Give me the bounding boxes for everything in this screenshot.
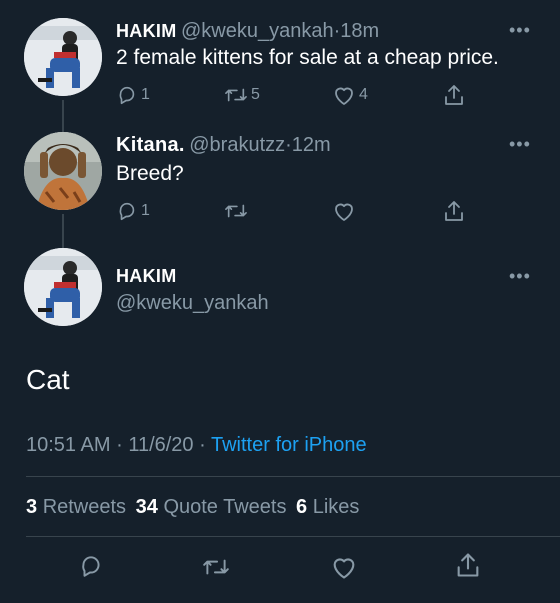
display-name[interactable]: HAKIM [116, 266, 177, 287]
reply-icon [119, 202, 135, 221]
separator: · [116, 434, 123, 456]
reply-button[interactable] [78, 553, 104, 579]
avatar-hakim[interactable] [24, 18, 102, 96]
likes-stat[interactable]: 6 Likes [296, 496, 359, 518]
share-icon [457, 553, 479, 577]
heart-icon [335, 203, 353, 221]
tweet-time[interactable]: 12m [292, 134, 331, 156]
reply-count: 1 [141, 86, 150, 103]
share-icon [445, 85, 463, 105]
avatar-image [24, 132, 102, 210]
tweet-header: HAKIM @kweku_yankah·18m [116, 20, 379, 43]
tweet-meta: 10:51 AM · 11/6/20 · Twitter for iPhone [26, 434, 367, 457]
more-options-button[interactable]: ••• [509, 266, 531, 287]
share-icon [445, 201, 463, 221]
reply-count: 1 [141, 202, 150, 219]
quotes-stat[interactable]: 34 Quote Tweets [136, 496, 292, 518]
more-options-button[interactable]: ••• [509, 20, 531, 41]
likes-count: 6 [296, 496, 308, 518]
tweet-timestamp: 10:51 AM [26, 434, 111, 456]
thread-connector [62, 100, 64, 132]
share-button[interactable] [455, 551, 481, 579]
avatar-kitana[interactable] [24, 132, 102, 210]
retweet-button[interactable] [224, 200, 248, 222]
heart-icon [333, 558, 355, 579]
retweets-label: Retweets [42, 496, 127, 518]
tweet-header: Kitana. @brakutzz·12m [116, 134, 331, 157]
quotes-label: Quote Tweets [163, 496, 287, 518]
more-options-button[interactable]: ••• [509, 134, 531, 155]
retweet-count: 5 [251, 86, 260, 103]
tweet-stats: 3 Retweets 34 Quote Tweets 6 Likes [26, 496, 359, 519]
divider [26, 476, 560, 477]
quotes-count: 34 [135, 496, 158, 518]
divider [26, 536, 560, 537]
like-button[interactable] [332, 200, 356, 222]
separator: · [285, 134, 292, 156]
tweet-text: 2 female kittens for sale at a cheap pri… [116, 46, 499, 69]
retweet-icon [225, 204, 247, 218]
avatar-hakim-main[interactable] [24, 248, 102, 326]
tweet-text: Cat [26, 364, 70, 395]
display-name[interactable]: HAKIM [116, 21, 177, 41]
avatar-image [24, 18, 102, 96]
like-count: 4 [359, 86, 368, 103]
tweet-time[interactable]: 18m [340, 20, 379, 42]
heart-icon [335, 87, 353, 105]
retweet-button[interactable]: 5 [224, 84, 260, 106]
tweet-text: Breed? [116, 162, 184, 185]
tweet-source-link[interactable]: Twitter for iPhone [211, 434, 367, 456]
tweet-date: 11/6/20 [128, 434, 194, 456]
retweet-icon [225, 88, 247, 102]
share-button[interactable] [443, 199, 465, 223]
reply-icon [119, 86, 135, 105]
like-button[interactable]: 4 [332, 84, 368, 106]
reply-button[interactable]: 1 [116, 84, 150, 106]
reply-button[interactable]: 1 [116, 200, 150, 222]
likes-label: Likes [312, 496, 360, 518]
like-button[interactable] [330, 554, 358, 580]
user-handle[interactable]: @kweku_yankah [116, 292, 269, 315]
user-handle[interactable]: @kweku_yankah [181, 20, 334, 42]
user-handle[interactable]: @brakutzz [189, 134, 285, 156]
avatar-image [24, 248, 102, 326]
retweet-icon [203, 559, 229, 575]
display-name[interactable]: Kitana. [116, 134, 185, 156]
separator: · [199, 434, 206, 456]
retweet-button[interactable] [202, 554, 230, 580]
reply-icon [82, 556, 100, 577]
thread-connector [62, 214, 64, 248]
retweets-stat[interactable]: 3 Retweets [26, 496, 132, 518]
retweets-count: 3 [26, 496, 38, 518]
share-button[interactable] [443, 83, 465, 107]
